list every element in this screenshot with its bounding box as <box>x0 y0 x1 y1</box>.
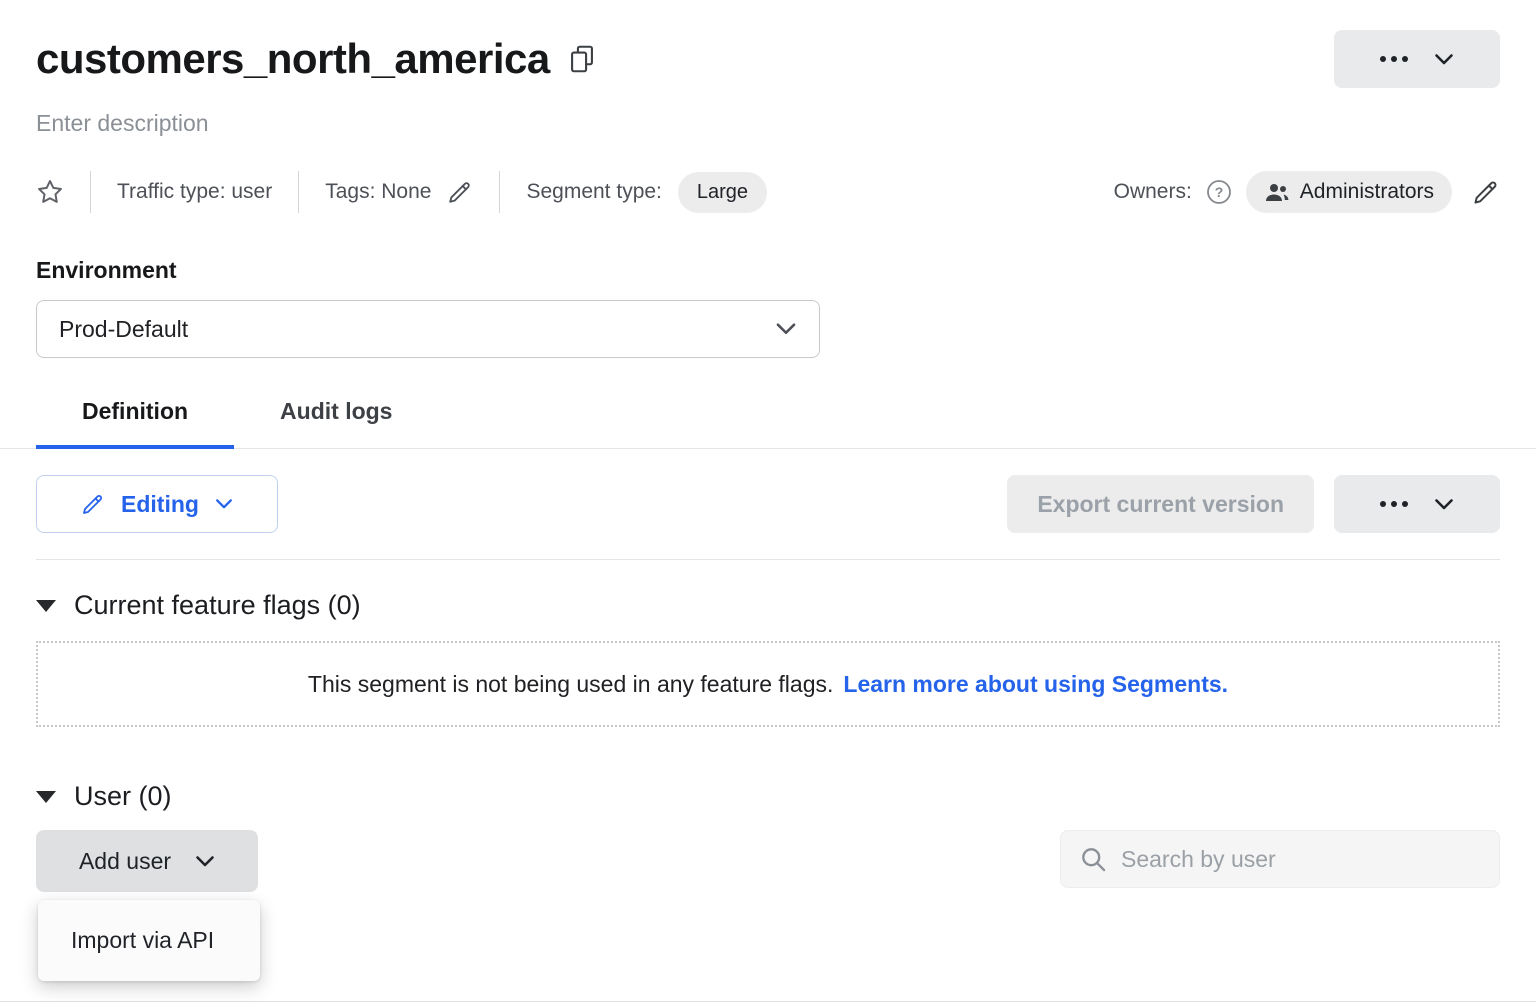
add-user-label: Add user <box>79 848 171 875</box>
export-current-version-button[interactable]: Export current version <box>1007 475 1314 533</box>
page-header: customers_north_america <box>36 30 1500 88</box>
tab-bar: Definition Audit logs <box>0 398 1536 449</box>
owners-label: Owners: <box>1114 180 1192 204</box>
chevron-down-icon <box>215 498 233 510</box>
segment-type-label: Segment type: <box>526 180 661 204</box>
empty-state-text: This segment is not being used in any fe… <box>308 671 833 698</box>
divider <box>90 171 91 213</box>
environment-section: Environment Prod-Default <box>36 257 1500 358</box>
svg-text:?: ? <box>1215 184 1224 200</box>
meta-row: Traffic type: user Tags: None Segment ty… <box>36 171 1500 213</box>
search-icon <box>1079 845 1107 873</box>
edit-tags-icon[interactable] <box>447 179 473 205</box>
feature-flags-heading-row: Current feature flags (0) <box>36 590 1500 621</box>
segment-detail-page: customers_north_america Enter descriptio… <box>0 0 1536 1002</box>
segment-type-badge: Large <box>678 172 767 213</box>
traffic-type-label: Traffic type: user <box>117 180 272 204</box>
chevron-down-icon <box>1434 53 1454 66</box>
people-icon <box>1264 181 1290 203</box>
pencil-icon <box>81 492 105 516</box>
feature-flags-empty-state: This segment is not being used in any fe… <box>36 641 1500 727</box>
owners-group: Owners: ? Administrators <box>1114 171 1500 213</box>
chevron-down-icon <box>195 855 215 868</box>
users-controls: Add user Import via API <box>36 830 1500 892</box>
divider <box>499 171 500 213</box>
chevron-down-icon <box>775 322 797 336</box>
ellipsis-icon <box>1380 56 1408 62</box>
users-section: User (0) Add user Import via API <box>36 781 1500 892</box>
add-user-menu: Import via API <box>38 900 260 981</box>
tab-definition[interactable]: Definition <box>36 398 234 449</box>
divider <box>36 559 1500 560</box>
tab-audit-logs[interactable]: Audit logs <box>234 398 438 448</box>
header-more-button[interactable] <box>1334 30 1500 88</box>
environment-label: Environment <box>36 257 1500 284</box>
collapse-triangle-icon[interactable] <box>36 600 56 612</box>
feature-flags-heading: Current feature flags (0) <box>74 590 361 621</box>
feature-flags-section: Current feature flags (0) This segment i… <box>36 590 1500 727</box>
add-user-button[interactable]: Add user <box>36 830 258 892</box>
copy-icon[interactable] <box>570 45 594 73</box>
toolbar-more-button[interactable] <box>1334 475 1500 533</box>
chevron-down-icon <box>1434 498 1454 511</box>
tags-label: Tags: None <box>325 180 431 204</box>
divider <box>298 171 299 213</box>
users-heading: User (0) <box>74 781 172 812</box>
description-field[interactable]: Enter description <box>36 110 1500 137</box>
environment-selected-value: Prod-Default <box>59 316 188 343</box>
users-heading-row: User (0) <box>36 781 1500 812</box>
definition-toolbar: Editing Export current version <box>36 475 1500 533</box>
help-icon[interactable]: ? <box>1206 179 1232 205</box>
menu-item-import-via-api[interactable]: Import via API <box>41 903 257 978</box>
environment-select[interactable]: Prod-Default <box>36 300 820 358</box>
search-by-user-box[interactable] <box>1060 830 1500 888</box>
search-input[interactable] <box>1119 845 1481 874</box>
edit-owners-icon[interactable] <box>1472 178 1500 206</box>
add-user-wrapper: Add user Import via API <box>36 830 258 892</box>
owners-pill[interactable]: Administrators <box>1246 171 1452 213</box>
collapse-triangle-icon[interactable] <box>36 791 56 803</box>
ellipsis-icon <box>1380 501 1408 507</box>
learn-more-link[interactable]: Learn more about using Segments. <box>843 671 1228 698</box>
favorite-star-icon[interactable] <box>36 178 64 206</box>
page-title: customers_north_america <box>36 36 550 82</box>
editing-status-button[interactable]: Editing <box>36 475 278 533</box>
editing-label: Editing <box>121 491 199 518</box>
owners-value: Administrators <box>1300 180 1434 204</box>
